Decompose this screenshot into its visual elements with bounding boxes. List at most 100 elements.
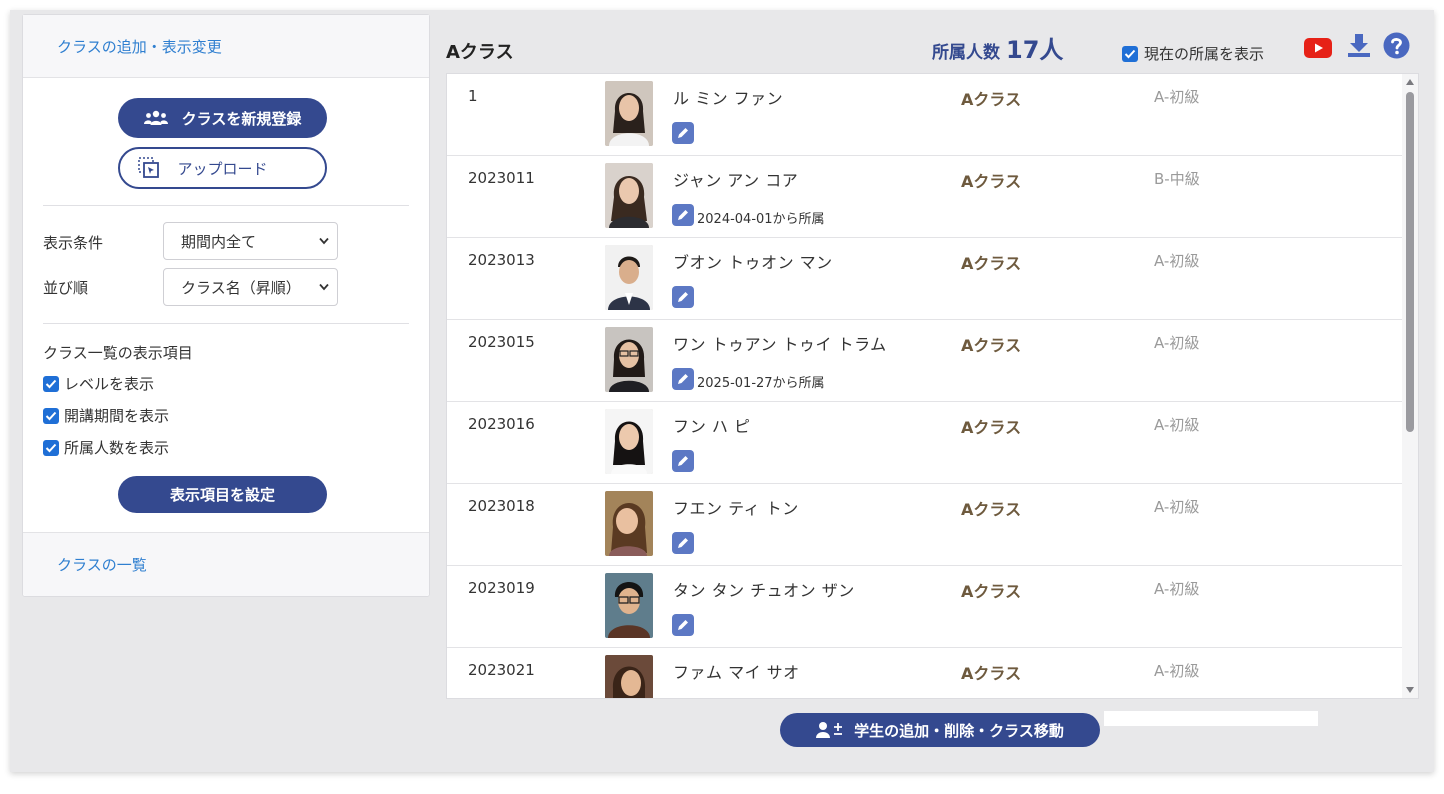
class-title: Aクラス	[446, 42, 514, 63]
set-display-items-label: 表示項目を設定	[169, 486, 275, 504]
add-change-display-link[interactable]: クラスの追加・表示変更	[57, 36, 222, 57]
panel-footer: クラスの一覧	[23, 532, 429, 596]
display-condition-label: 表示条件	[43, 234, 104, 252]
student-name: フエン ティ トン	[673, 499, 799, 518]
add-remove-move-students-label: 学生の追加・削除・クラス移動	[854, 721, 1064, 740]
student-name: ジャン アン コア	[673, 171, 799, 190]
edit-icon[interactable]	[672, 122, 694, 144]
show-member-count-checkbox[interactable]: 所属人数を表示	[43, 437, 169, 458]
member-count-value: 17人	[1006, 36, 1064, 64]
scrollbar-thumb[interactable]	[1406, 92, 1414, 432]
student-row[interactable]: 1 ル ミン ファン Aクラス A-初級	[447, 74, 1402, 156]
student-name: ワン トゥアン トゥイ トラム	[673, 335, 887, 354]
student-photo	[605, 573, 653, 638]
student-id: 1	[468, 87, 478, 105]
student-class: Aクラス	[961, 90, 1022, 109]
student-name: ル ミン ファン	[673, 89, 784, 108]
panel-header: クラスの追加・表示変更	[23, 15, 429, 78]
edit-icon[interactable]	[672, 614, 694, 636]
chevron-down-icon	[319, 237, 329, 245]
help-icon[interactable]	[1383, 32, 1410, 59]
student-level: A-初級	[1154, 88, 1200, 106]
membership-since: 2025-01-27から所属	[697, 376, 825, 391]
edit-icon[interactable]	[672, 204, 694, 226]
student-id: 2023019	[468, 579, 535, 597]
student-photo	[605, 409, 653, 474]
checkbox-checked-icon	[1122, 45, 1138, 62]
student-class: Aクラス	[961, 664, 1022, 683]
student-photo	[605, 491, 653, 556]
scroll-down-arrow-icon[interactable]	[1406, 687, 1414, 693]
student-id: 2023013	[468, 251, 535, 269]
student-id: 2023021	[468, 661, 535, 679]
app-window: クラスの追加・表示変更 クラスを新規登録 アップロード 表示条件 期間内全て 並…	[10, 10, 1434, 772]
display-condition-value: 期間内全て	[181, 232, 257, 251]
show-period-label: 開講期間を表示	[64, 407, 170, 425]
checkbox-checked-icon	[43, 407, 59, 424]
edit-icon[interactable]	[672, 368, 694, 390]
student-level: A-初級	[1154, 662, 1200, 680]
student-name: ファム マイ サオ	[673, 663, 800, 682]
student-class: Aクラス	[961, 500, 1022, 519]
student-id: 2023011	[468, 169, 535, 187]
sort-label: 並び順	[43, 279, 89, 297]
show-level-checkbox[interactable]: レベルを表示	[43, 373, 154, 394]
show-level-label: レベルを表示	[64, 375, 155, 393]
student-row[interactable]: 2023019 タン タン チュオン ザン Aクラス A-初級	[447, 566, 1402, 648]
edit-icon[interactable]	[672, 450, 694, 472]
student-level: A-初級	[1154, 252, 1200, 270]
student-id: 2023018	[468, 497, 535, 515]
student-class: Aクラス	[961, 172, 1022, 191]
show-period-checkbox[interactable]: 開講期間を表示	[43, 405, 169, 426]
set-display-items-button[interactable]: 表示項目を設定	[118, 476, 327, 513]
student-photo	[605, 163, 653, 228]
add-remove-move-students-button[interactable]: 学生の追加・削除・クラス移動	[780, 713, 1100, 747]
student-name: ブオン トゥオン マン	[673, 253, 833, 272]
sort-value: クラス名（昇順）	[181, 278, 301, 297]
blank-area	[1104, 711, 1318, 726]
display-condition-select[interactable]: 期間内全て	[163, 222, 338, 260]
show-current-membership-label: 現在の所属を表示	[1144, 45, 1265, 63]
student-level: A-初級	[1154, 416, 1200, 434]
upload-file-icon	[138, 157, 159, 178]
youtube-icon[interactable]	[1304, 38, 1332, 58]
student-row[interactable]: 2023016 フン ハ ピ Aクラス A-初級	[447, 402, 1402, 484]
student-photo	[605, 245, 653, 310]
student-class: Aクラス	[961, 418, 1022, 437]
student-level: A-初級	[1154, 498, 1200, 516]
upload-label: アップロード	[177, 159, 268, 178]
student-photo	[605, 81, 653, 146]
student-level: B-中級	[1154, 170, 1200, 188]
student-row[interactable]: 2023015 ワン トゥアン トゥイ トラム 2025-01-27から所属 A…	[447, 320, 1402, 402]
student-photo	[605, 655, 653, 698]
class-list-link[interactable]: クラスの一覧	[57, 554, 147, 575]
show-member-count-label: 所属人数を表示	[64, 439, 170, 457]
student-row[interactable]: 2023021 ファム マイ サオ Aクラス A-初級	[447, 648, 1402, 698]
divider	[43, 323, 409, 324]
sort-select[interactable]: クラス名（昇順）	[163, 268, 338, 306]
student-row[interactable]: 2023018 フエン ティ トン Aクラス A-初級	[447, 484, 1402, 566]
edit-icon[interactable]	[672, 532, 694, 554]
student-list: 1 ル ミン ファン Aクラス A-初級 2023011 ジャン アン コア 2…	[446, 73, 1419, 699]
class-settings-panel: クラスの追加・表示変更 クラスを新規登録 アップロード 表示条件 期間内全て 並…	[22, 14, 430, 597]
divider	[43, 205, 409, 206]
show-current-membership-checkbox[interactable]: 現在の所属を表示	[1122, 43, 1264, 64]
download-icon[interactable]	[1346, 32, 1372, 58]
scroll-up-arrow-icon[interactable]	[1406, 79, 1414, 85]
student-id: 2023016	[468, 415, 535, 433]
register-class-button[interactable]: クラスを新規登録	[118, 98, 327, 138]
list-scrollbar[interactable]	[1402, 74, 1418, 698]
student-name: フン ハ ピ	[673, 417, 751, 436]
student-row[interactable]: 2023011 ジャン アン コア 2024-04-01から所属 Aクラス B-…	[447, 156, 1402, 238]
student-id: 2023015	[468, 333, 535, 351]
student-row[interactable]: 2023013 ブオン トゥオン マン Aクラス A-初級	[447, 238, 1402, 320]
user-plus-minus-icon	[816, 722, 843, 738]
chevron-down-icon	[319, 283, 329, 291]
member-count: 所属人数 17人	[932, 30, 1063, 65]
student-photo	[605, 327, 653, 392]
checkbox-checked-icon	[43, 375, 59, 392]
membership-since: 2024-04-01から所属	[697, 212, 825, 227]
upload-button[interactable]: アップロード	[118, 147, 327, 189]
student-class: Aクラス	[961, 582, 1022, 601]
edit-icon[interactable]	[672, 286, 694, 308]
